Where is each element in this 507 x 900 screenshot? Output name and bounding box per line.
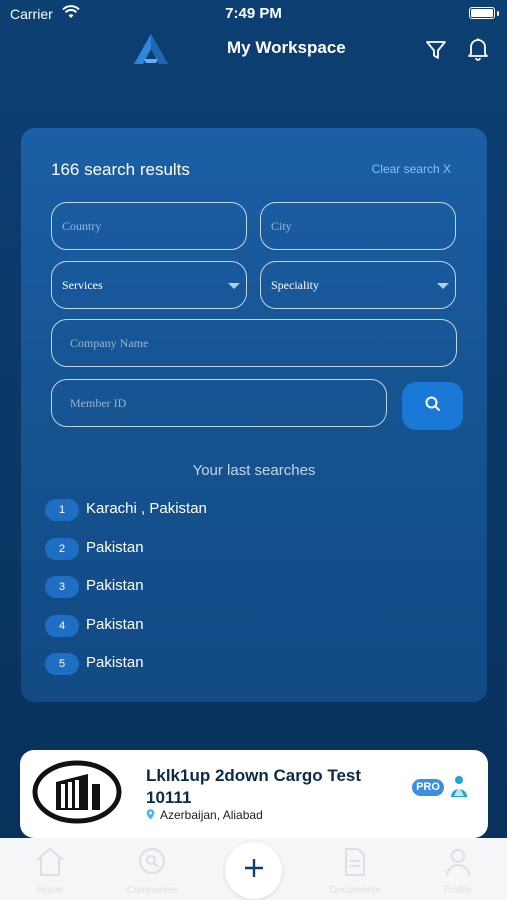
tab-documents[interactable]: Documents [315,846,395,896]
bottom-tab-bar: Home Companies Documents Profile [0,838,507,900]
company-logo-icon [32,760,122,829]
add-button[interactable] [225,842,282,899]
status-bar: Carrier 7:49 PM [0,0,507,28]
tab-profile[interactable]: Profile [418,846,498,896]
page-title: My Workspace [227,38,346,57]
tab-documents-label: Documents [329,885,381,896]
company-name-field[interactable] [51,319,457,367]
plus-icon [243,857,265,884]
documents-icon [341,848,369,882]
member-icon [449,775,469,804]
recent-search-label: Pakistan [86,654,144,671]
app-header: My Workspace [0,28,507,78]
recent-search-number: 2 [45,538,79,560]
location-pin-icon [146,809,155,823]
speciality-dropdown-label: Speciality [271,278,319,292]
clear-search-link[interactable]: Clear search X [372,162,451,176]
recent-search-number: 4 [45,615,79,637]
company-location-label: Azerbaijan, Aliabad [160,808,263,822]
results-count: 166 search results [51,160,190,179]
company-card[interactable]: Lklk1up 2down Cargo Test 10111 Azerbaija… [20,750,488,838]
company-name: Lklk1up 2down Cargo Test 10111 [146,766,362,807]
search-icon [424,395,442,418]
battery-icon [469,7,495,19]
city-field[interactable] [260,202,456,250]
bell-icon[interactable] [465,36,493,64]
tab-home-label: Home [36,885,64,896]
tab-profile-label: Profile [443,885,473,896]
clock-label: 7:49 PM [225,5,282,22]
companies-icon [136,848,168,882]
company-location: Azerbaijan, Aliabad [146,808,263,823]
member-id-field[interactable] [51,379,387,427]
tab-companies-label: Companies [126,885,178,896]
services-dropdown[interactable]: Services [51,261,247,309]
speciality-dropdown[interactable]: Speciality [260,261,456,309]
recent-search-label: Karachi , Pakistan [86,500,207,517]
recent-search-label: Pakistan [86,577,144,594]
chevron-down-icon [228,283,240,289]
home-icon [33,847,67,882]
recent-search-number: 5 [45,653,79,675]
recent-search-number: 3 [45,576,79,598]
app-logo-icon [132,32,170,71]
recent-search-label: Pakistan [86,539,144,556]
battery-nub [497,11,499,16]
search-button[interactable] [402,382,463,430]
recent-search-number: 1 [45,499,79,521]
country-field[interactable] [51,202,247,250]
tab-companies[interactable]: Companies [112,846,192,896]
chevron-down-icon [437,283,449,289]
services-dropdown-label: Services [62,278,103,292]
profile-icon [442,849,474,882]
tab-home[interactable]: Home [10,846,90,896]
filter-icon[interactable] [424,38,450,64]
search-panel: 166 search results Clear search X Servic… [21,128,487,702]
recent-search-label: Pakistan [86,616,144,633]
last-searches-heading: Your last searches [192,462,316,479]
pro-badge: PRO [412,779,444,796]
